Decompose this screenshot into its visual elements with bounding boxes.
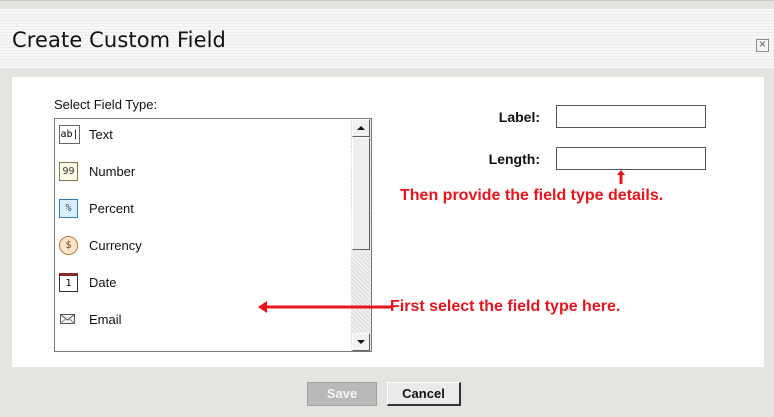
list-item-label: Text <box>89 127 113 142</box>
dialog-title: Create Custom Field <box>12 28 226 52</box>
scroll-thumb[interactable] <box>352 137 370 250</box>
select-field-type-label: Select Field Type: <box>54 97 158 112</box>
percent-icon: % <box>59 199 78 218</box>
currency-icon: $ <box>59 236 78 255</box>
save-button[interactable]: Save <box>307 382 377 406</box>
list-item-currency[interactable]: $ Currency <box>55 231 351 261</box>
label-field-label: Label: <box>498 109 540 125</box>
list-item-number[interactable]: 99 Number <box>55 157 351 187</box>
listbox-scrollbar[interactable] <box>351 119 371 351</box>
select-hint-text: First select the field type here. <box>390 298 621 315</box>
length-field-label: Length: <box>488 151 540 167</box>
list-item-date[interactable]: 1 Date <box>55 268 351 298</box>
list-item-text[interactable]: ab| Text <box>55 120 351 150</box>
left-arrow-annotation-icon <box>258 301 392 313</box>
scroll-up-arrow-icon <box>357 126 365 130</box>
list-item-label: Percent <box>89 201 134 216</box>
close-icon[interactable]: × <box>756 39 769 52</box>
dialog-content: Select Field Type: ab| Text 99 Number % … <box>12 77 764 367</box>
cancel-button[interactable]: Cancel <box>387 382 461 406</box>
field-type-listbox[interactable]: ab| Text 99 Number % Percent $ Currency … <box>54 118 372 352</box>
list-item-percent[interactable]: % Percent <box>55 194 351 224</box>
envelope-icon <box>59 310 76 327</box>
scroll-up-button[interactable] <box>352 119 370 137</box>
list-item-label: Number <box>89 164 136 179</box>
length-input[interactable] <box>556 147 706 170</box>
scroll-down-arrow-icon <box>357 340 365 344</box>
list-item-label: Date <box>89 275 117 290</box>
create-custom-field-dialog: Create Custom Field × Select Field Type:… <box>0 0 774 417</box>
label-input[interactable] <box>556 105 706 128</box>
details-hint-text: Then provide the field type details. <box>400 187 664 204</box>
list-item-label: Email <box>89 312 122 327</box>
dialog-titlebar: Create Custom Field × <box>0 9 774 69</box>
number-icon: 99 <box>59 162 78 181</box>
calendar-icon: 1 <box>59 273 78 292</box>
text-icon: ab| <box>59 125 80 144</box>
scroll-down-button[interactable] <box>352 333 370 351</box>
up-arrow-annotation-icon <box>617 170 625 184</box>
list-item-label: Currency <box>89 238 142 253</box>
